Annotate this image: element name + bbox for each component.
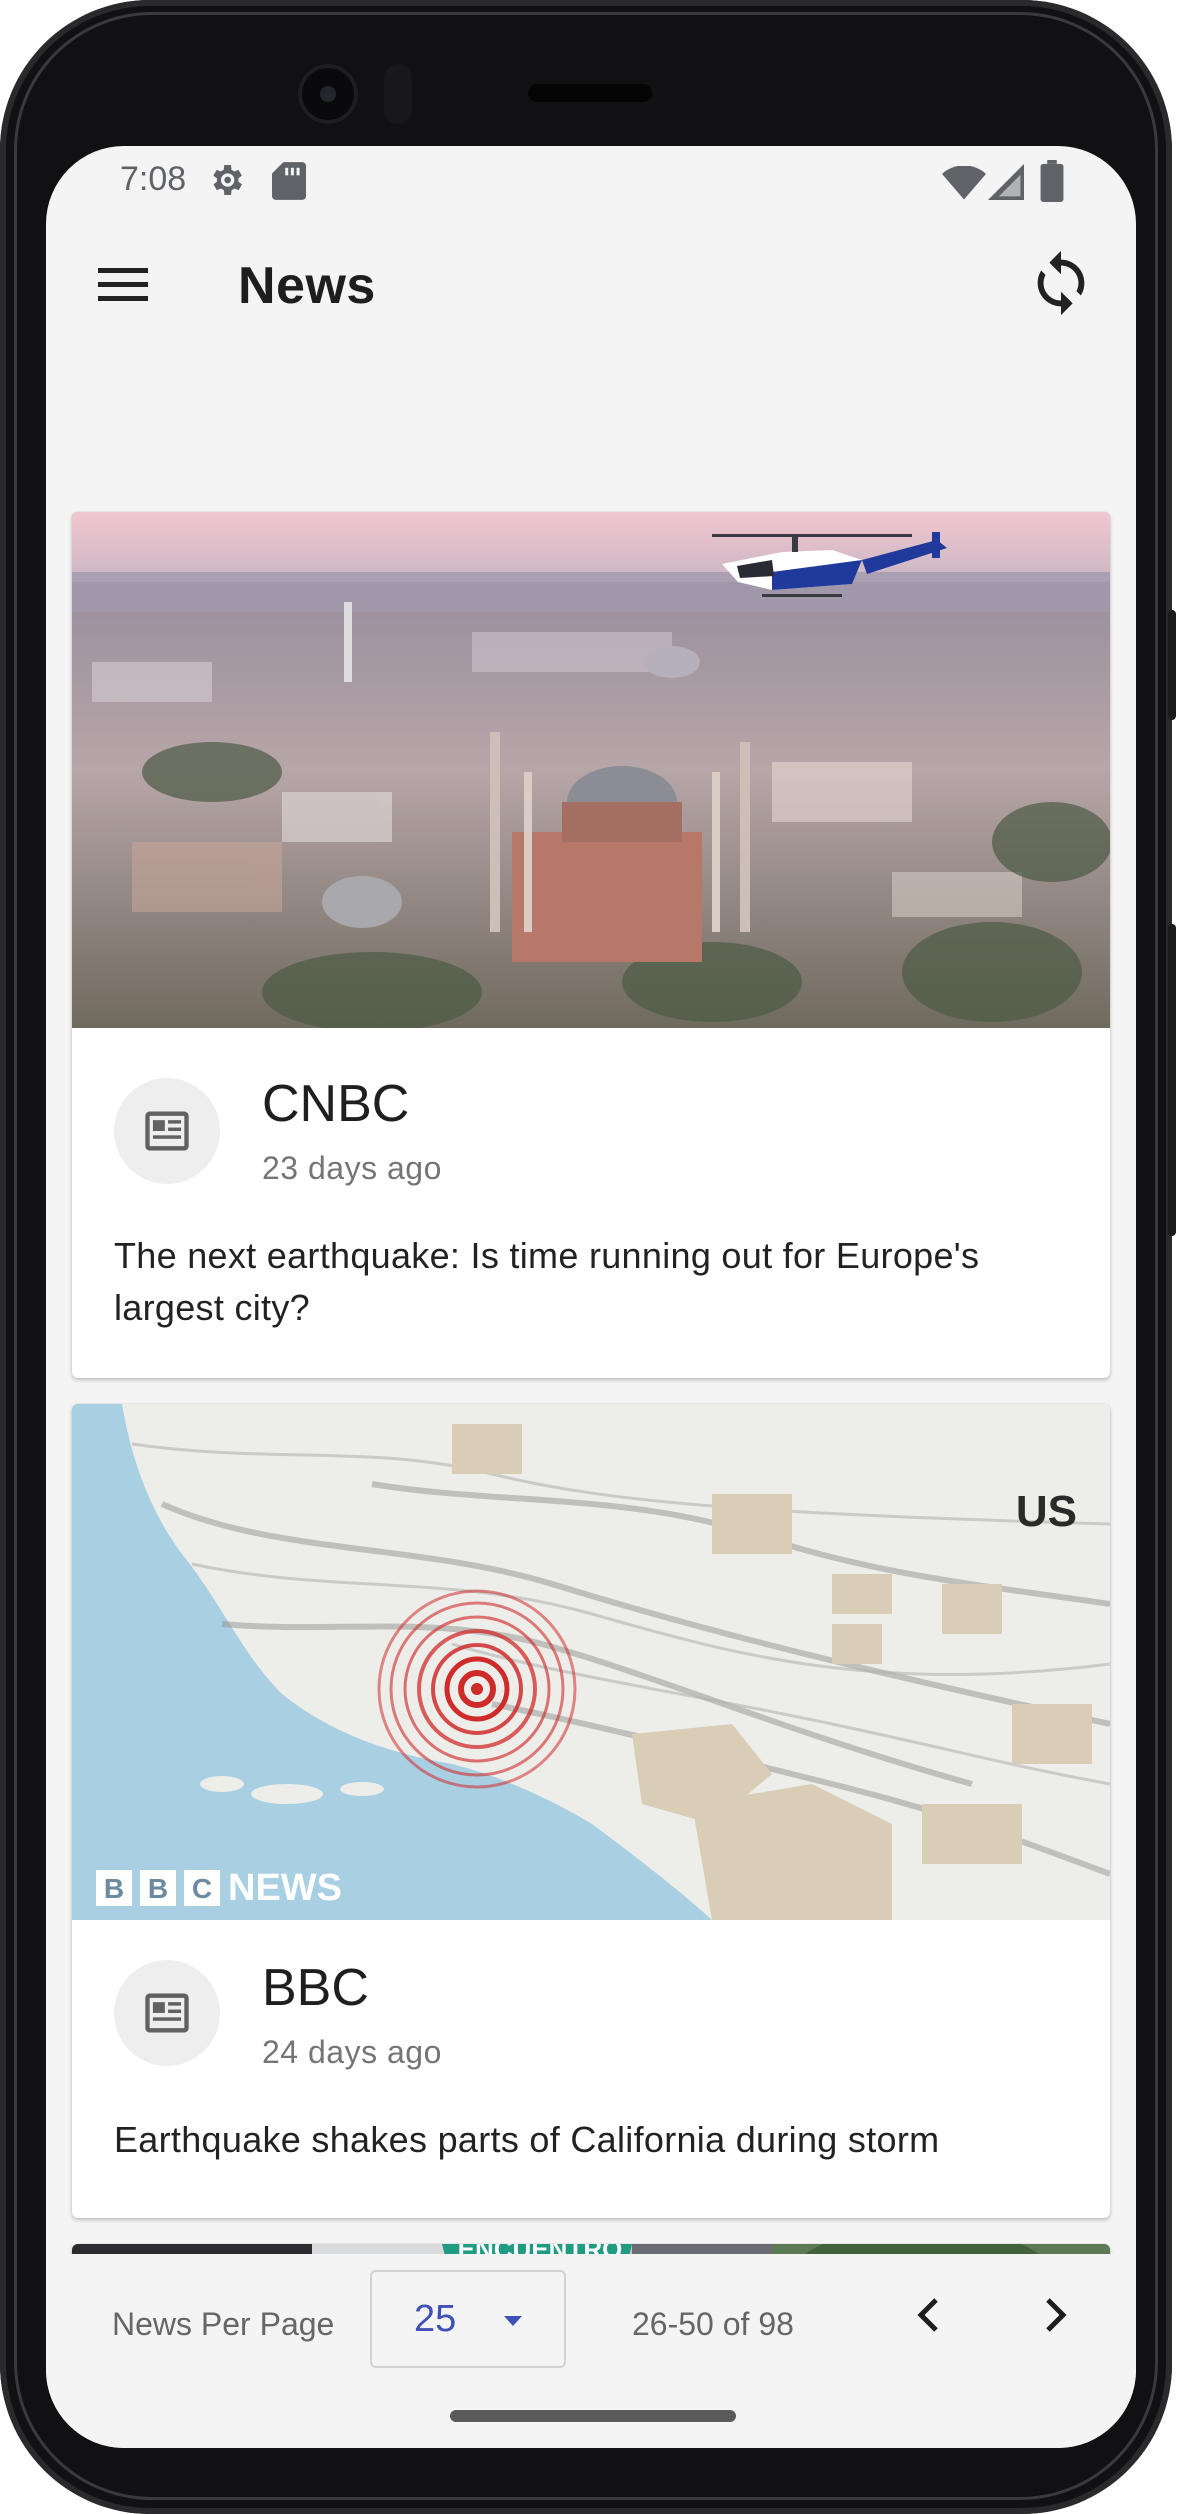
- per-page-dropdown[interactable]: 25: [370, 2270, 566, 2368]
- svg-text:NEWS: NEWS: [228, 1867, 342, 1909]
- svg-text:B: B: [104, 1873, 124, 1904]
- source-avatar: [114, 1960, 220, 2066]
- power-button: [1168, 924, 1176, 1236]
- next-page-button[interactable]: [1022, 2282, 1088, 2348]
- battery-icon: [1040, 160, 1064, 202]
- volume-button: [1168, 610, 1176, 720]
- home-indicator[interactable]: [450, 2410, 736, 2422]
- gear-icon: [213, 165, 242, 195]
- california-quake-map-image: US B B C NEWS: [72, 1404, 1110, 1920]
- article-time: 24 days ago: [262, 2034, 442, 2070]
- per-page-label: News Per Page: [112, 2306, 335, 2342]
- aerial-city-helicopter-image: [72, 512, 1110, 1028]
- caret-down-icon: [504, 2316, 522, 2326]
- front-camera: [298, 64, 358, 124]
- news-card[interactable]: ENCUENTRO 7: [72, 2244, 1110, 2254]
- wifi-icon: [942, 166, 986, 200]
- source-avatar: [114, 1078, 220, 1184]
- article-source: BBC: [262, 1959, 369, 2017]
- sd-card-icon: [272, 162, 306, 200]
- chevron-left-icon: [917, 2298, 938, 2332]
- article-time: 23 days ago: [262, 1150, 442, 1186]
- news-card[interactable]: US B B C NEWS BBC 24 days ago Earthquake…: [72, 1404, 1110, 2218]
- status-time: 7:08: [120, 160, 187, 198]
- signal-icon: [988, 164, 1024, 200]
- menu-icon: [98, 268, 148, 301]
- news-card[interactable]: CNBC 23 days ago The next earthquake: Is…: [72, 512, 1110, 1378]
- svg-text:B: B: [148, 1873, 168, 1904]
- svg-text:US: US: [1016, 1487, 1077, 1536]
- app-bar: News: [46, 212, 1136, 360]
- page-range-label: 26-50 of 98: [632, 2306, 794, 2342]
- news-list[interactable]: CNBC 23 days ago The next earthquake: Is…: [46, 366, 1136, 2254]
- app-screen: 7:08 News CNBC 23 days ago The next eart…: [46, 146, 1136, 2448]
- menu-button[interactable]: [88, 250, 158, 320]
- news-icon: [145, 1111, 189, 1151]
- article-source: CNBC: [262, 1075, 410, 1133]
- per-page-value: 25: [414, 2298, 457, 2340]
- earpiece-speaker: [528, 84, 652, 102]
- status-bar: 7:08: [46, 146, 1136, 212]
- refresh-icon: [1037, 250, 1085, 316]
- article-headline: The next earthquake: Is time running out…: [114, 1235, 980, 1328]
- chevron-right-icon: [1046, 2298, 1067, 2332]
- svg-text:ENCUENTRO: ENCUENTRO: [458, 2244, 623, 2254]
- article-headline: Earthquake shakes parts of California du…: [114, 2119, 940, 2160]
- previous-page-button[interactable]: [896, 2282, 962, 2348]
- page-title: News: [238, 257, 376, 315]
- street-assembly-sign-image: ENCUENTRO 7: [72, 2244, 1110, 2254]
- svg-text:C: C: [192, 1873, 212, 1904]
- proximity-sensor: [384, 64, 412, 124]
- news-icon: [145, 1993, 189, 2033]
- refresh-button[interactable]: [1026, 248, 1096, 318]
